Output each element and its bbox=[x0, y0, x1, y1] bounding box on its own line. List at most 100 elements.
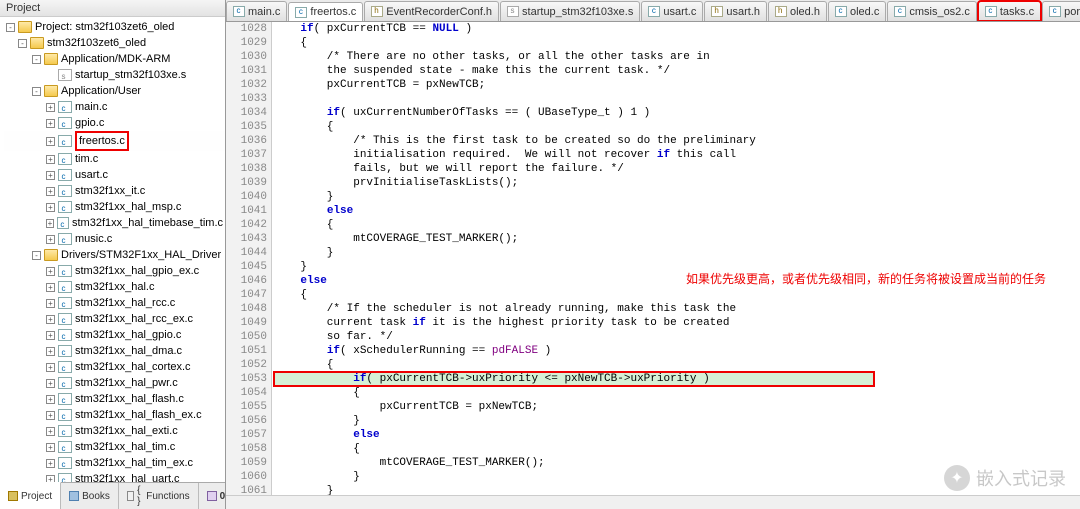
project-root[interactable]: - Project: stm32f103zet6_oled bbox=[4, 19, 225, 35]
code-line[interactable]: else bbox=[274, 428, 1080, 442]
tree-item[interactable]: -Application/User bbox=[4, 83, 225, 99]
editor-tab[interactable]: EventRecorderConf.h bbox=[364, 1, 499, 21]
code-line[interactable]: else bbox=[274, 204, 1080, 218]
code-content[interactable]: if( pxCurrentTCB == NULL ) { /* There ar… bbox=[272, 22, 1080, 509]
tree-item[interactable]: -Application/MDK-ARM bbox=[4, 51, 225, 67]
expand-toggle[interactable]: + bbox=[46, 379, 55, 388]
editor-tab[interactable]: tasks.c bbox=[978, 1, 1041, 21]
expand-toggle[interactable]: + bbox=[46, 363, 55, 372]
expand-toggle[interactable]: + bbox=[46, 299, 55, 308]
expand-toggle[interactable]: + bbox=[46, 137, 55, 146]
expand-toggle[interactable]: + bbox=[46, 267, 55, 276]
editor-tab[interactable]: freertos.c bbox=[288, 2, 363, 22]
expand-toggle[interactable]: - bbox=[32, 87, 41, 96]
editor-tab[interactable]: main.c bbox=[226, 1, 287, 21]
editor-tab[interactable]: oled.c bbox=[828, 1, 886, 21]
expand-toggle[interactable]: + bbox=[46, 203, 55, 212]
tree-item[interactable]: +usart.c bbox=[4, 167, 225, 183]
tab-project[interactable]: Project bbox=[0, 482, 61, 509]
expand-toggle[interactable]: + bbox=[46, 459, 55, 468]
expand-toggle[interactable]: + bbox=[46, 187, 55, 196]
code-line[interactable]: { bbox=[274, 120, 1080, 134]
tree-item[interactable]: +stm32f1xx_hal_gpio_ex.c bbox=[4, 263, 225, 279]
code-line[interactable]: /* There are no other tasks, or all the … bbox=[274, 50, 1080, 64]
tree-item[interactable]: +stm32f1xx_hal_flash_ex.c bbox=[4, 407, 225, 423]
expand-toggle[interactable]: + bbox=[46, 283, 55, 292]
code-line[interactable]: if( pxCurrentTCB->uxPriority <= pxNewTCB… bbox=[274, 372, 1080, 386]
expand-toggle[interactable]: - bbox=[18, 39, 27, 48]
code-line[interactable]: { bbox=[274, 288, 1080, 302]
code-line[interactable]: prvInitialiseTaskLists(); bbox=[274, 176, 1080, 190]
tree-item[interactable]: +stm32f1xx_hal_flash.c bbox=[4, 391, 225, 407]
tree-item[interactable]: +gpio.c bbox=[4, 115, 225, 131]
tree-item[interactable]: +tim.c bbox=[4, 151, 225, 167]
tree-item[interactable]: +stm32f1xx_hal.c bbox=[4, 279, 225, 295]
code-line[interactable]: } bbox=[274, 414, 1080, 428]
code-line[interactable]: { bbox=[274, 358, 1080, 372]
horizontal-scrollbar[interactable] bbox=[226, 495, 1080, 509]
code-line[interactable]: current task if it is the highest priori… bbox=[274, 316, 1080, 330]
code-line[interactable] bbox=[274, 92, 1080, 106]
code-line[interactable]: the suspended state - make this the curr… bbox=[274, 64, 1080, 78]
tree-item[interactable]: +stm32f1xx_hal_tim.c bbox=[4, 439, 225, 455]
code-line[interactable]: fails, but we will report the failure. *… bbox=[274, 162, 1080, 176]
code-line[interactable]: initialisation required. We will not rec… bbox=[274, 148, 1080, 162]
expand-toggle[interactable]: + bbox=[46, 411, 55, 420]
expand-toggle[interactable]: + bbox=[46, 331, 55, 340]
tree-item[interactable]: +stm32f1xx_hal_msp.c bbox=[4, 199, 225, 215]
expand-toggle[interactable]: + bbox=[46, 395, 55, 404]
editor-tab[interactable]: usart.h bbox=[704, 1, 767, 21]
expand-toggle[interactable]: + bbox=[46, 443, 55, 452]
expand-toggle[interactable]: + bbox=[46, 427, 55, 436]
tree-item[interactable]: +stm32f1xx_hal_dma.c bbox=[4, 343, 225, 359]
tree-item[interactable]: +stm32f1xx_hal_cortex.c bbox=[4, 359, 225, 375]
tree-item[interactable]: +stm32f1xx_hal_rcc.c bbox=[4, 295, 225, 311]
code-line[interactable]: if( uxCurrentNumberOfTasks == ( UBaseTyp… bbox=[274, 106, 1080, 120]
tree-item[interactable]: +stm32f1xx_hal_exti.c bbox=[4, 423, 225, 439]
expand-toggle[interactable]: + bbox=[46, 475, 55, 483]
code-line[interactable]: } bbox=[274, 246, 1080, 260]
code-line[interactable]: { bbox=[274, 36, 1080, 50]
tree-item[interactable]: +stm32f1xx_hal_timebase_tim.c bbox=[4, 215, 225, 231]
tree-item[interactable]: +stm32f1xx_hal_uart.c bbox=[4, 471, 225, 482]
code-area[interactable]: 1028102910301031103210331034103510361037… bbox=[226, 22, 1080, 509]
tree-item[interactable]: +stm32f1xx_hal_gpio.c bbox=[4, 327, 225, 343]
code-line[interactable]: { bbox=[274, 218, 1080, 232]
expand-toggle[interactable]: + bbox=[46, 155, 55, 164]
tree-item[interactable]: +stm32f1xx_hal_pwr.c bbox=[4, 375, 225, 391]
tree-item[interactable]: +stm32f1xx_it.c bbox=[4, 183, 225, 199]
code-line[interactable]: if( xSchedulerRunning == pdFALSE ) bbox=[274, 344, 1080, 358]
code-line[interactable]: { bbox=[274, 386, 1080, 400]
expand-toggle[interactable]: - bbox=[6, 23, 15, 32]
editor-tab[interactable]: port.c bbox=[1042, 1, 1080, 21]
expand-toggle[interactable]: + bbox=[46, 235, 55, 244]
editor-tab[interactable]: cmsis_os2.c bbox=[887, 1, 977, 21]
expand-toggle[interactable]: + bbox=[46, 315, 55, 324]
code-line[interactable]: /* This is the first task to be created … bbox=[274, 134, 1080, 148]
tree-item[interactable]: +freertos.c bbox=[4, 131, 225, 151]
code-line[interactable]: /* If the scheduler is not already runni… bbox=[274, 302, 1080, 316]
expand-toggle[interactable]: + bbox=[46, 103, 55, 112]
code-line[interactable]: pxCurrentTCB = pxNewTCB; bbox=[274, 78, 1080, 92]
expand-toggle[interactable]: - bbox=[32, 55, 41, 64]
tab-books[interactable]: Books bbox=[61, 483, 119, 509]
code-line[interactable]: pxCurrentTCB = pxNewTCB; bbox=[274, 400, 1080, 414]
expand-toggle[interactable]: + bbox=[46, 347, 55, 356]
tree-item[interactable]: +music.c bbox=[4, 231, 225, 247]
editor-tab[interactable]: usart.c bbox=[641, 1, 703, 21]
code-line[interactable]: } bbox=[274, 190, 1080, 204]
expand-toggle[interactable]: - bbox=[32, 251, 41, 260]
code-line[interactable]: { bbox=[274, 442, 1080, 456]
code-line[interactable]: so far. */ bbox=[274, 330, 1080, 344]
tree-item[interactable]: +main.c bbox=[4, 99, 225, 115]
expand-toggle[interactable]: + bbox=[46, 171, 55, 180]
tab-functions[interactable]: { } Functions bbox=[119, 483, 199, 509]
code-line[interactable]: mtCOVERAGE_TEST_MARKER(); bbox=[274, 232, 1080, 246]
tree-item[interactable]: +stm32f1xx_hal_tim_ex.c bbox=[4, 455, 225, 471]
editor-tab[interactable]: startup_stm32f103xe.s bbox=[500, 1, 640, 21]
expand-toggle[interactable]: + bbox=[46, 119, 55, 128]
tree-item[interactable]: -Drivers/STM32F1xx_HAL_Driver bbox=[4, 247, 225, 263]
tree-item[interactable]: -stm32f103zet6_oled bbox=[4, 35, 225, 51]
code-line[interactable]: if( pxCurrentTCB == NULL ) bbox=[274, 22, 1080, 36]
project-tree[interactable]: - Project: stm32f103zet6_oled -stm32f103… bbox=[0, 17, 225, 482]
